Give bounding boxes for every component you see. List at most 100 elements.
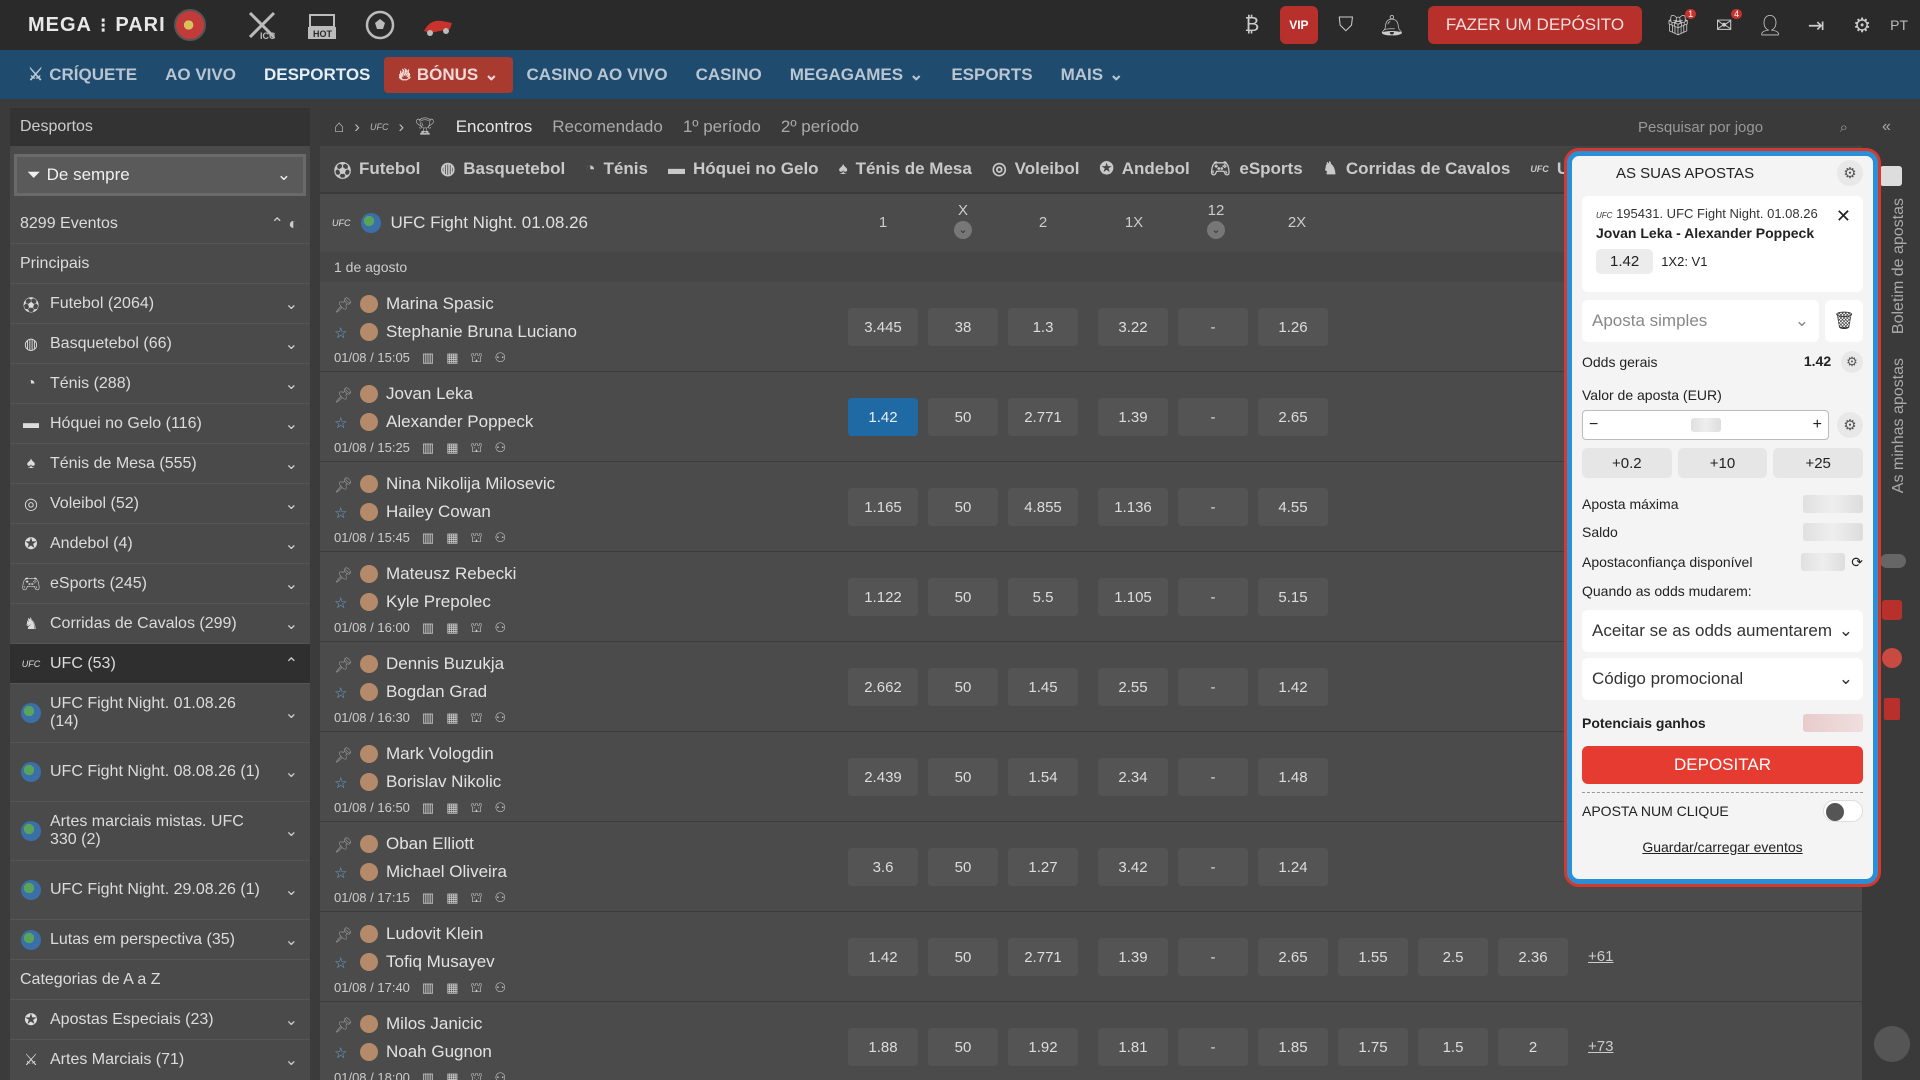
- ufc-icon[interactable]: UFC: [370, 122, 389, 132]
- odd-button[interactable]: 1.45: [1008, 668, 1078, 706]
- sidebar-item-handball[interactable]: ✪ Andebol (4) ⌄: [10, 524, 310, 564]
- nav-live[interactable]: AO VIVO: [151, 57, 250, 93]
- odd-button[interactable]: 50: [928, 668, 998, 706]
- chart-icon[interactable]: ▦: [446, 620, 458, 638]
- sidebar-item-esports[interactable]: 🎮︎ eSports (245) ⌄: [10, 564, 310, 604]
- ufc-league-item[interactable]: Artes marciais mistas. UFC 330 (2) ⌄: [10, 802, 310, 861]
- tab-second-period[interactable]: 2º período: [781, 117, 859, 137]
- odd-button[interactable]: -: [1178, 668, 1248, 706]
- odd-button[interactable]: 1.26: [1258, 308, 1328, 346]
- quick-stake-button[interactable]: +10: [1677, 448, 1768, 478]
- odd-button[interactable]: 5.5: [1008, 578, 1078, 616]
- sidebar-item-football[interactable]: ⚽︎ Futebol (2064) ⌄: [10, 284, 310, 324]
- odd-button[interactable]: -: [1178, 488, 1248, 526]
- odd-button[interactable]: 1.5: [1418, 1028, 1488, 1066]
- betslip-icon[interactable]: [1880, 166, 1902, 186]
- lineup-icon[interactable]: ⚇: [494, 800, 506, 818]
- stake-input[interactable]: − +: [1582, 410, 1829, 440]
- odd-button[interactable]: -: [1178, 308, 1248, 346]
- pin-icon[interactable]: 📌︎: [334, 476, 353, 494]
- trophy-icon[interactable]: 🏆︎: [414, 117, 436, 137]
- minus-button[interactable]: −: [1589, 416, 1598, 434]
- nav-casino[interactable]: CASINO: [682, 57, 776, 93]
- odd-button[interactable]: 1.48: [1258, 758, 1328, 796]
- nav-megagames[interactable]: MEGAGAMES ⌄: [776, 57, 938, 93]
- refresh-icon[interactable]: ⟳: [1851, 554, 1863, 571]
- odd-button[interactable]: 2.36: [1498, 938, 1568, 976]
- sport-tab-tennis[interactable]: ◔ Ténis: [585, 159, 648, 179]
- sidebar-item-special-bets[interactable]: ✪ Apostas Especiais (23) ⌄: [10, 1000, 310, 1040]
- ufc-league-item[interactable]: UFC Fight Night. 01.08.26 (14) ⌄: [10, 684, 310, 743]
- field-icon[interactable]: ⛫: [471, 980, 483, 998]
- nav-bonus[interactable]: 🔥︎ BÓNUS ⌄: [384, 56, 513, 93]
- football-promo-icon[interactable]: [358, 7, 402, 43]
- sidebar-item-tennis[interactable]: ◔ Ténis (288) ⌄: [10, 364, 310, 404]
- promo-icon[interactable]: [1882, 600, 1902, 620]
- odd-button[interactable]: 1.3: [1008, 308, 1078, 346]
- tab-first-period[interactable]: 1º período: [683, 117, 761, 137]
- odd-button[interactable]: 1.92: [1008, 1028, 1078, 1066]
- hot-promo-icon[interactable]: HOT: [300, 7, 344, 43]
- bet-type-select[interactable]: Aposta simples ⌄: [1582, 300, 1819, 342]
- collapse-all-icon[interactable]: ⌃ ◐: [270, 214, 298, 234]
- slip-deposit-button[interactable]: DEPOSITAR: [1582, 746, 1863, 784]
- sport-tab-horse-racing[interactable]: ♞ Corridas de Cavalos: [1323, 159, 1511, 179]
- gift-icon[interactable]: 🎁︎ 1: [1660, 7, 1697, 43]
- stats-icon[interactable]: ▥: [422, 890, 434, 908]
- odd-button[interactable]: 50: [928, 488, 998, 526]
- odd-button[interactable]: 3.22: [1098, 308, 1168, 346]
- sidebar-item-table-tennis[interactable]: ♠︎ Ténis de Mesa (555) ⌄: [10, 444, 310, 484]
- odd-button[interactable]: 1.42: [848, 938, 918, 976]
- save-load-events-link[interactable]: Guardar/carregar eventos: [1572, 839, 1873, 855]
- stats-icon[interactable]: ▥: [422, 440, 434, 458]
- lineup-icon[interactable]: ⚇: [494, 710, 506, 728]
- home-icon[interactable]: ⌂: [334, 117, 344, 137]
- match-row[interactable]: 📌︎ ☆ Ludovit Klein Tofiq Musayev 01/08 / 17:…: [320, 912, 1862, 1002]
- field-icon[interactable]: ⛫: [471, 710, 483, 728]
- odd-button[interactable]: 1.88: [848, 1028, 918, 1066]
- stats-icon[interactable]: ▥: [422, 800, 434, 818]
- odd-button[interactable]: 2.662: [848, 668, 918, 706]
- lineup-icon[interactable]: ⚇: [494, 350, 506, 368]
- odd-button[interactable]: -: [1178, 578, 1248, 616]
- odd-button[interactable]: 2: [1498, 1028, 1568, 1066]
- chart-icon[interactable]: ▦: [446, 440, 458, 458]
- odd-button[interactable]: 1.75: [1338, 1028, 1408, 1066]
- odd-button[interactable]: 1.165: [848, 488, 918, 526]
- match-row[interactable]: 📌︎ ☆ Milos Janicic Noah Gugnon 01/08 / 18:00…: [320, 1002, 1862, 1080]
- favorite-star-icon[interactable]: ☆: [334, 954, 347, 972]
- sport-tab-basketball[interactable]: ◍ Basquetebol: [440, 159, 565, 179]
- sidebar-item-basketball[interactable]: ◍ Basquetebol (66) ⌄: [10, 324, 310, 364]
- odd-button[interactable]: 1.81: [1098, 1028, 1168, 1066]
- odd-button[interactable]: 38: [928, 308, 998, 346]
- logout-icon[interactable]: ⇥: [1798, 7, 1834, 43]
- odds-change-select[interactable]: Aceitar se as odds aumentarem ⌄: [1582, 610, 1863, 652]
- odd-button[interactable]: -: [1178, 938, 1248, 976]
- pin-icon[interactable]: 📌︎: [334, 746, 353, 764]
- lineup-icon[interactable]: ⚇: [494, 890, 506, 908]
- odd-button[interactable]: 1.55: [1338, 938, 1408, 976]
- odd-button[interactable]: 1.85: [1258, 1028, 1328, 1066]
- odd-button[interactable]: 50: [928, 848, 998, 886]
- odd-button[interactable]: 2.65: [1258, 398, 1328, 436]
- trash-icon[interactable]: 🗑︎: [1825, 300, 1863, 342]
- stats-icon[interactable]: ▥: [422, 980, 434, 998]
- quick-stake-button[interactable]: +25: [1773, 448, 1864, 478]
- deposit-button[interactable]: FAZER UM DEPÓSITO: [1427, 6, 1643, 44]
- odd-button[interactable]: -: [1178, 758, 1248, 796]
- user-icon[interactable]: 👤︎: [1752, 7, 1788, 43]
- nav-esports[interactable]: ESPORTS: [937, 57, 1046, 93]
- favorite-star-icon[interactable]: ☆: [334, 594, 347, 612]
- odd-button[interactable]: 3.6: [848, 848, 918, 886]
- vip-button[interactable]: VIP: [1279, 6, 1318, 44]
- odd-button[interactable]: 1.42: [1258, 668, 1328, 706]
- odds-settings-gear-icon[interactable]: ⚙: [1841, 351, 1863, 373]
- pin-icon[interactable]: 📌︎: [334, 656, 353, 674]
- odd-button[interactable]: 3.445: [848, 308, 918, 346]
- odd-button[interactable]: 1.27: [1008, 848, 1078, 886]
- tab-encontros[interactable]: Encontros: [456, 117, 533, 137]
- remove-bet-close-icon[interactable]: ✕: [1836, 206, 1851, 227]
- shield-icon[interactable]: ⛉: [1328, 7, 1364, 43]
- field-icon[interactable]: ⛫: [471, 350, 483, 368]
- logo[interactable]: MEGA ⁝ PARI: [28, 9, 206, 41]
